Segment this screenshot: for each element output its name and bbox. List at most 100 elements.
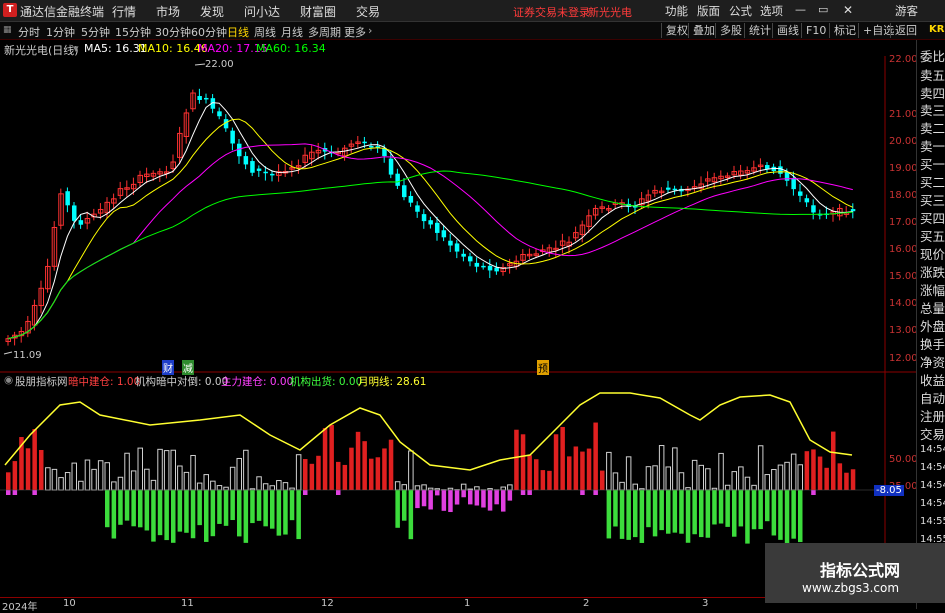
multi-stock-button[interactable]: 多股: [715, 23, 746, 38]
candle-body: [409, 196, 414, 203]
draw-line-button[interactable]: 画线: [772, 23, 803, 38]
outer-volume-label: 外盘: [920, 316, 945, 335]
indicator-bar-up: [65, 473, 70, 490]
indicator-bar-up: [838, 463, 843, 490]
grid-icon[interactable]: ▦: [3, 25, 12, 35]
indicator-bar-up: [527, 455, 532, 490]
statistics-button[interactable]: 统计: [744, 23, 775, 38]
f10-button[interactable]: F10: [801, 23, 830, 38]
menu-layout[interactable]: 版面: [697, 3, 720, 19]
price-tick: 20.00: [889, 136, 918, 147]
forecast-marker[interactable]: 预: [537, 360, 549, 375]
indicator-bar-up: [508, 485, 512, 490]
candle-body: [395, 174, 400, 186]
menu-quotes[interactable]: 行情: [112, 3, 136, 20]
date-label: 12: [321, 598, 334, 609]
menu-market[interactable]: 市场: [156, 3, 180, 20]
bid4-label: 买四: [920, 208, 945, 227]
indicator-bar-up: [514, 430, 519, 490]
indicator-bar-up: [560, 427, 565, 490]
indicator-bar-down: [257, 490, 262, 521]
tab-5min[interactable]: 5分钟: [81, 24, 110, 40]
low-annotation-line: [4, 352, 12, 354]
menu-ask[interactable]: 问小达: [244, 3, 280, 20]
indicator-bar-down: [191, 490, 196, 538]
indicator-bar-down: [118, 490, 123, 525]
indicator-bar-up: [607, 452, 612, 490]
indicator-bar-down: [435, 490, 440, 495]
tab-15min[interactable]: 15分钟: [115, 24, 151, 40]
menu-formula[interactable]: 公式: [729, 3, 752, 19]
trade-label[interactable]: 交易: [920, 424, 945, 443]
menu-wealth[interactable]: 财富圈: [300, 3, 336, 20]
menu-function[interactable]: 功能: [665, 3, 688, 19]
tab-1min[interactable]: 1分钟: [46, 24, 75, 40]
menu-options[interactable]: 选项: [760, 3, 783, 19]
indicator-bar-up: [699, 465, 704, 490]
candle-body: [805, 198, 810, 202]
bid5-label: 买五: [920, 226, 945, 245]
indicator-bar-up: [521, 434, 526, 490]
bid2-label: 买二: [920, 172, 945, 191]
guest-button[interactable]: 游客: [895, 3, 918, 19]
indicator-bar-up: [534, 459, 539, 490]
candle-body: [402, 185, 407, 197]
watermark-brand: 指标公式网: [820, 557, 900, 581]
indicator-bar-down: [725, 490, 730, 527]
low-price-label: 11.09: [13, 350, 42, 361]
register-label[interactable]: 注册: [920, 406, 945, 425]
restore-icon[interactable]: ▭: [818, 3, 828, 16]
indicator-bar-up: [686, 488, 691, 490]
kline-chart[interactable]: [0, 40, 916, 597]
indicator-bar-down: [428, 490, 433, 509]
tab-weekly[interactable]: 周线: [254, 24, 276, 40]
indicator-bar-down: [402, 490, 407, 521]
price-tick: 15.00: [889, 271, 918, 282]
indicator-bar-up: [72, 463, 77, 490]
auto-label[interactable]: 自动: [920, 388, 945, 407]
tab-30min[interactable]: 30分钟: [155, 24, 191, 40]
indicator-bar-up: [719, 453, 724, 490]
price-tick: 16.00: [889, 244, 918, 255]
indicator-bar-up: [692, 460, 697, 490]
reduce-marker[interactable]: 减: [182, 360, 194, 375]
indicator-bar-up: [79, 481, 84, 490]
menu-trade[interactable]: 交易: [356, 3, 380, 20]
login-alert[interactable]: 证券交易未登录: [513, 4, 590, 20]
indicator-bar-down: [659, 490, 664, 530]
indicator-bar-up: [851, 469, 856, 490]
settings-icon[interactable]: ◉: [4, 374, 13, 386]
tab-daily[interactable]: 日线: [227, 24, 249, 40]
candle-body: [475, 263, 480, 267]
indicator-bar-down: [197, 490, 202, 525]
tab-monthly[interactable]: 月线: [281, 24, 303, 40]
indicator-bar-up: [356, 432, 361, 490]
indicator-bar-up: [732, 472, 737, 490]
tab-multi-period[interactable]: 多周期: [308, 24, 341, 40]
indicator-bar-up: [323, 428, 328, 490]
indicator-bar-down: [468, 490, 473, 504]
indicator-bar-up: [706, 469, 711, 490]
indicator-bar-down: [237, 490, 242, 536]
close-icon[interactable]: ✕: [843, 3, 853, 17]
candle-body: [785, 172, 790, 181]
mark-button[interactable]: 标记: [829, 23, 860, 38]
indicator-bar-down: [739, 490, 744, 526]
indicator-bar-down: [164, 490, 169, 540]
period-tab-bar: ▦ 分时 1分钟 5分钟 15分钟 30分钟 60分钟 日线 周线 月线 多周期…: [0, 22, 945, 40]
candle-body: [494, 268, 499, 272]
indicator-name[interactable]: 股朋指标网: [15, 374, 68, 389]
menu-discover[interactable]: 发现: [200, 3, 224, 20]
ma60-line: [8, 171, 853, 339]
tick-time: 14:54: [920, 480, 945, 491]
back-button[interactable]: 返回: [890, 23, 921, 38]
tab-timeshare[interactable]: 分时: [18, 24, 40, 40]
minimize-icon[interactable]: —: [795, 3, 806, 16]
tab-more[interactable]: 更多: [344, 24, 366, 40]
tab-60min[interactable]: 60分钟: [191, 24, 227, 40]
chevron-right-icon[interactable]: ›: [368, 24, 372, 37]
indicator-bar-down: [217, 490, 222, 524]
finance-marker[interactable]: 财: [162, 360, 174, 375]
indicator-bar-up: [428, 488, 433, 490]
indicator-bar-up: [39, 450, 44, 490]
